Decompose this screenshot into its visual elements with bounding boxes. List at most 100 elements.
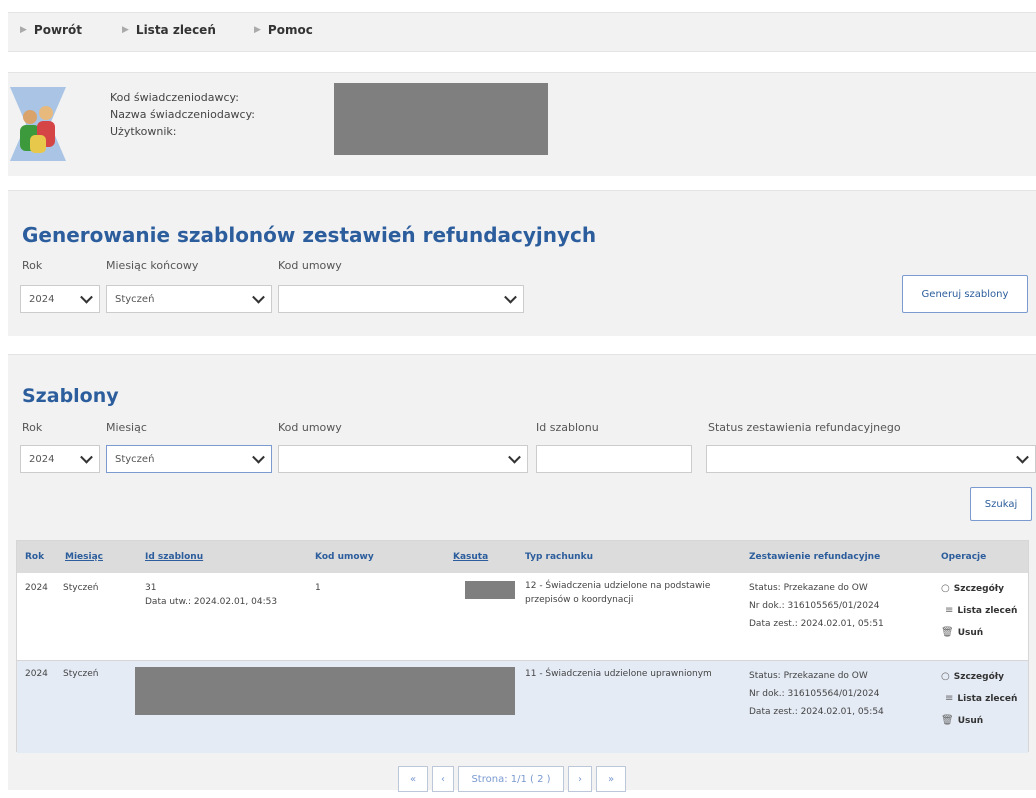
generator-panel: Generowanie szablonów zestawień refundac…	[8, 190, 1036, 336]
pagination: « ‹ Strona: 1/1 ( 2 ) › »	[398, 766, 630, 792]
year-label: Rok	[22, 421, 43, 434]
chevron-down-icon	[508, 450, 521, 464]
header-month-link[interactable]: Miesiąc	[65, 552, 103, 562]
nav-orders-link[interactable]: ▶ Lista zleceń	[122, 23, 216, 37]
trash-icon: 🗑	[941, 715, 954, 726]
first-page-button[interactable]: «	[398, 766, 428, 792]
search-button[interactable]: Szukaj	[970, 487, 1032, 521]
row-statement-date: Data zest.: 2024.02.01, 05:54	[749, 707, 884, 717]
orders-list-label: Lista zleceń	[957, 605, 1018, 616]
header-operations: Operacje	[941, 552, 987, 562]
year-select-value: 2024	[29, 453, 55, 465]
row-document-number: Nr dok.: 316105565/01/2024	[749, 601, 880, 611]
row-contract-code: 1	[315, 583, 321, 593]
trash-icon: 🗑	[941, 627, 954, 638]
users-icon	[10, 87, 72, 161]
user-info-panel: Kod świadczeniodawcy: Nazwa świadczeniod…	[8, 72, 1036, 176]
templates-title: Szablony	[22, 385, 119, 407]
chevron-down-icon	[80, 450, 93, 464]
table-row: 2024 Styczeń 31 Data utw.: 2024.02.01, 0…	[17, 573, 1028, 661]
header-template-id-link[interactable]: Id szablonu	[145, 552, 203, 562]
user-label: Użytkownik:	[110, 125, 177, 138]
delete-label: Usuń	[957, 627, 984, 638]
header-kasuta-link[interactable]: Kasuta	[453, 552, 488, 562]
year-label: Rok	[22, 259, 43, 272]
details-link[interactable]: ○ Szczegóły	[941, 671, 1004, 682]
header-year: Rok	[25, 552, 45, 562]
circle-icon: ○	[941, 583, 950, 594]
row-year: 2024	[25, 583, 48, 593]
generate-templates-button[interactable]: Generuj szablony	[902, 275, 1028, 313]
row-account-type-line1: 12 - Świadczenia udzielone na podstawie	[525, 581, 711, 591]
arrow-right-icon: ▶	[20, 25, 27, 35]
header-refund-statement: Zestawienie refundacyjne	[749, 552, 881, 562]
list-icon: ≡	[945, 693, 954, 704]
delete-label: Usuń	[957, 715, 984, 726]
generator-title: Generowanie szablonów zestawień refundac…	[22, 223, 597, 247]
year-select[interactable]: 2024	[20, 445, 100, 473]
page-indicator: Strona: 1/1 ( 2 )	[458, 766, 564, 792]
nav-back-link[interactable]: ▶ Powrót	[20, 23, 82, 37]
circle-icon: ○	[941, 671, 950, 682]
row-created-date: Data utw.: 2024.02.01, 04:53	[145, 597, 278, 607]
header-contract-code: Kod umowy	[315, 552, 374, 562]
list-icon: ≡	[945, 605, 954, 616]
top-navigation: ▶ Powrót ▶ Lista zleceń ▶ Pomoc	[8, 12, 1036, 52]
year-select-value: 2024	[29, 293, 55, 305]
row-account-type-line1: 11 - Świadczenia udzielone uprawnionym	[525, 669, 712, 679]
row-month: Styczeń	[63, 583, 99, 593]
template-id-input[interactable]	[536, 445, 692, 473]
refund-status-label: Status zestawienia refundacyjnego	[708, 421, 901, 434]
provider-name-label: Nazwa świadczeniodawcy:	[110, 108, 256, 121]
last-page-button[interactable]: »	[596, 766, 626, 792]
details-label: Szczegóły	[953, 583, 1004, 594]
row-status: Status: Przekazane do OW	[749, 583, 868, 593]
nav-orders-label: Lista zleceń	[135, 23, 216, 37]
details-label: Szczegóły	[953, 671, 1004, 682]
nav-help-label: Pomoc	[267, 23, 313, 37]
templates-table: Rok Miesiąc Id szablonu Kod umowy Kasuta…	[16, 540, 1029, 753]
orders-list-label: Lista zleceń	[957, 693, 1018, 704]
chevron-down-icon	[1016, 450, 1029, 464]
row-template-id: 31	[145, 583, 157, 593]
row-document-number: Nr dok.: 316105564/01/2024	[749, 689, 880, 699]
template-id-label: Id szablonu	[536, 421, 599, 434]
chevron-down-icon	[252, 450, 265, 464]
chevron-down-icon	[252, 290, 265, 304]
contract-code-label: Kod umowy	[278, 421, 342, 434]
contract-code-select[interactable]	[278, 445, 528, 473]
prev-page-button[interactable]: ‹	[432, 766, 454, 792]
month-label: Miesiąc	[106, 421, 147, 434]
end-month-select[interactable]: Styczeń	[106, 285, 272, 313]
details-link[interactable]: ○ Szczegóły	[941, 583, 1004, 594]
redacted-user-info	[334, 83, 548, 155]
row-account-type-line2: przepisów o koordynacji	[525, 595, 634, 605]
header-account-type: Typ rachunku	[525, 552, 593, 562]
delete-link[interactable]: 🗑 Usuń	[941, 715, 983, 726]
chevron-down-icon	[504, 290, 517, 304]
month-select-value: Styczeń	[115, 453, 155, 465]
arrow-right-icon: ▶	[122, 25, 129, 35]
orders-list-link[interactable]: ≡ Lista zleceń	[945, 605, 1017, 616]
row-statement-date: Data zest.: 2024.02.01, 05:51	[749, 619, 884, 629]
row-month: Styczeń	[63, 669, 99, 679]
redacted-row-data	[135, 667, 515, 715]
row-status: Status: Przekazane do OW	[749, 671, 868, 681]
row-year: 2024	[25, 669, 48, 679]
redacted-kasuta	[465, 581, 515, 599]
provider-code-label: Kod świadczeniodawcy:	[110, 91, 239, 104]
month-select[interactable]: Styczeń	[106, 445, 272, 473]
year-select[interactable]: 2024	[20, 285, 100, 313]
refund-status-select[interactable]	[706, 445, 1036, 473]
delete-link[interactable]: 🗑 Usuń	[941, 627, 983, 638]
table-header: Rok Miesiąc Id szablonu Kod umowy Kasuta…	[17, 541, 1028, 573]
contract-code-label: Kod umowy	[278, 259, 342, 272]
nav-back-label: Powrót	[33, 23, 82, 37]
orders-list-link[interactable]: ≡ Lista zleceń	[945, 693, 1017, 704]
next-page-button[interactable]: ›	[568, 766, 592, 792]
table-row: 2024 Styczeń 11 - Świadczenia udzielone …	[17, 661, 1028, 753]
end-month-select-value: Styczeń	[115, 293, 155, 305]
end-month-label: Miesiąc końcowy	[106, 259, 199, 272]
nav-help-link[interactable]: ▶ Pomoc	[254, 23, 313, 37]
contract-code-select[interactable]	[278, 285, 524, 313]
